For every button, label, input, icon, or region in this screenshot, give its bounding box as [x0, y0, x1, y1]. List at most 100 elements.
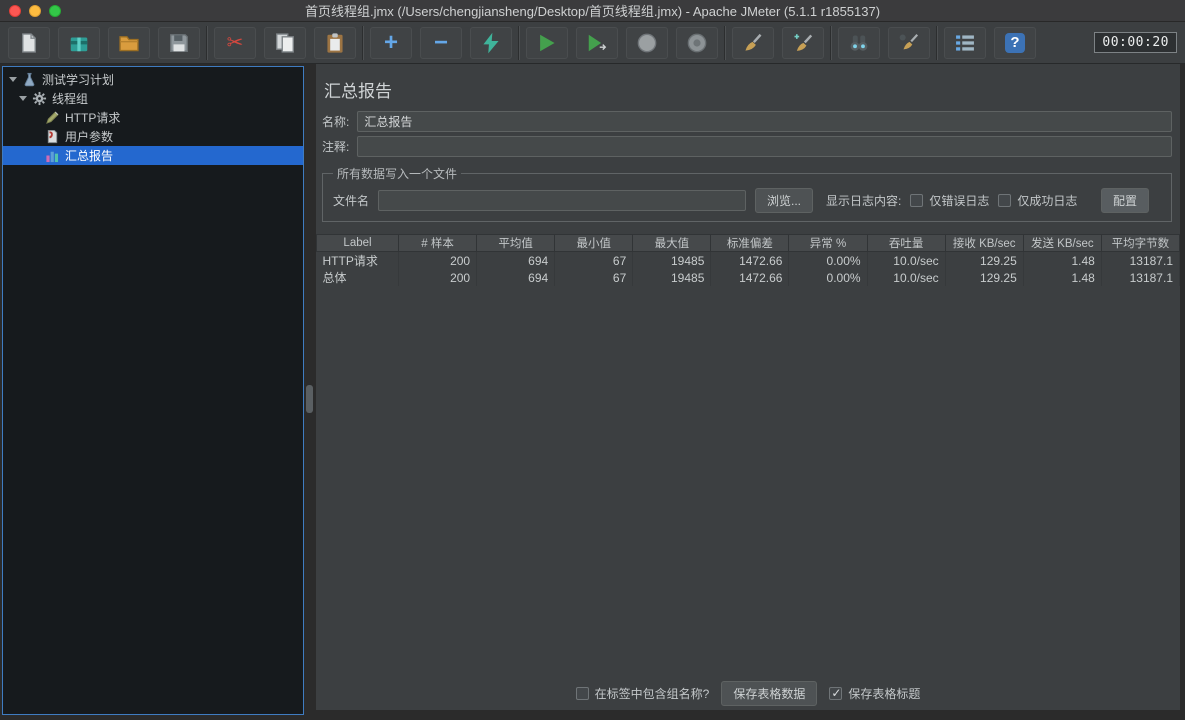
toolbar-separator — [936, 25, 938, 60]
copy-icon — [274, 32, 296, 54]
tree-item-thread-group[interactable]: 线程组 — [3, 89, 303, 108]
log-display-label: 显示日志内容: — [826, 194, 902, 208]
table-cell: 13187.1 — [1101, 251, 1181, 269]
function-helper-icon — [954, 32, 976, 54]
summary-report-panel: 汇总报告 名称: 注释: 所有数据写入一个文件 文件名 浏览... 显示日志内容… — [316, 64, 1181, 710]
table-cell: 67 — [554, 251, 634, 269]
clear-all-button[interactable] — [782, 26, 824, 59]
header-average[interactable]: 平均值 — [476, 234, 556, 252]
open-button[interactable] — [108, 26, 150, 59]
header-min[interactable]: 最小值 — [554, 234, 634, 252]
header-received-kb[interactable]: 接收 KB/sec — [944, 234, 1024, 252]
comment-input[interactable] — [357, 136, 1172, 157]
titlebar: 首页线程组.jmx (/Users/chengjiansheng/Desktop… — [0, 0, 1185, 22]
save-table-header-checkbox[interactable]: 保存表格标题 — [829, 685, 920, 702]
shutdown-button[interactable] — [676, 26, 718, 59]
close-window-button[interactable] — [9, 5, 21, 17]
table-cell: 129.25 — [945, 251, 1024, 269]
header-error-pct[interactable]: 异常 % — [788, 234, 868, 252]
table-cell: 1.48 — [1023, 269, 1102, 286]
remove-icon: − — [433, 28, 448, 56]
browse-button[interactable]: 浏览... — [755, 188, 814, 213]
cut-button[interactable]: ✂ — [214, 26, 256, 59]
chevron-down-icon[interactable] — [9, 77, 17, 82]
clear-search-button[interactable] — [888, 26, 930, 59]
table-row[interactable]: HTTP请求 200 694 67 19485 1472.66 0.00% 10… — [316, 251, 1181, 269]
table-cell: 总体 — [316, 269, 399, 286]
zoom-window-button[interactable] — [49, 5, 61, 17]
header-label[interactable]: Label — [316, 234, 399, 252]
broom-all-icon — [792, 32, 814, 54]
summary-report-chart-icon — [45, 148, 60, 163]
minimize-window-button[interactable] — [29, 5, 41, 17]
table-header-row: Label # 样本 平均值 最小值 最大值 标准偏差 异常 % 吞吐量 接收 … — [316, 234, 1181, 252]
tree-item-label: 汇总报告 — [65, 149, 114, 163]
search-button[interactable] — [838, 26, 880, 59]
header-sent-kb[interactable]: 发送 KB/sec — [1022, 234, 1102, 252]
table-row[interactable]: 总体 200 694 67 19485 1472.66 0.00% 10.0/s… — [316, 269, 1181, 286]
include-group-name-checkbox[interactable]: 在标签中包含组名称? — [575, 685, 709, 702]
table-cell: 1472.66 — [710, 251, 790, 269]
name-label: 名称: — [322, 115, 350, 129]
new-testplan-button[interactable] — [8, 26, 50, 59]
copy-button[interactable] — [264, 26, 306, 59]
paste-button[interactable] — [314, 26, 356, 59]
save-button[interactable] — [158, 26, 200, 59]
header-stddev[interactable]: 标准偏差 — [710, 234, 790, 252]
table-cell: 0.00% — [788, 251, 868, 269]
header-max[interactable]: 最大值 — [632, 234, 712, 252]
table-cell: 10.0/sec — [867, 251, 946, 269]
play-no-pauses-icon — [586, 32, 608, 54]
split-divider-handle[interactable] — [306, 385, 313, 413]
filename-input[interactable] — [378, 190, 747, 211]
thread-group-gear-icon — [32, 91, 47, 106]
function-helper-button[interactable] — [944, 26, 986, 59]
stop-button[interactable] — [626, 26, 668, 59]
save-table-data-button[interactable]: 保存表格数据 — [721, 680, 818, 706]
table-cell: 200 — [398, 269, 478, 286]
start-no-pauses-button[interactable] — [576, 26, 618, 59]
help-button[interactable]: ? — [994, 26, 1036, 59]
table-cell: 67 — [554, 269, 634, 286]
clear-search-icon — [898, 32, 920, 54]
toggle-button[interactable] — [470, 26, 512, 59]
checkbox-label: 仅成功日志 — [1017, 194, 1078, 208]
comment-row: 注释: — [322, 136, 1172, 157]
http-request-icon — [45, 110, 60, 125]
checkbox-label: 保存表格标题 — [848, 686, 921, 701]
header-samples[interactable]: # 样本 — [397, 234, 478, 252]
configure-button[interactable]: 配置 — [1100, 188, 1149, 213]
table-cell: 13187.1 — [1101, 269, 1181, 286]
tree-item-label: 用户参数 — [65, 130, 114, 144]
tree-item-test-plan[interactable]: 测试学习计划 — [3, 70, 303, 89]
header-throughput[interactable]: 吞吐量 — [866, 234, 946, 252]
toolbar-separator — [362, 25, 364, 60]
tree-item-summary-report[interactable]: 汇总报告 — [3, 146, 303, 165]
tree-item-http-request[interactable]: HTTP请求 — [3, 108, 303, 127]
toolbar-separator — [206, 25, 208, 60]
comment-label: 注释: — [322, 140, 350, 154]
table-footer: 在标签中包含组名称? 保存表格数据 保存表格标题 — [316, 679, 1180, 707]
success-only-checkbox[interactable]: 仅成功日志 — [998, 192, 1077, 209]
name-input[interactable] — [357, 111, 1172, 132]
templates-icon — [68, 32, 90, 54]
add-button[interactable]: + — [370, 26, 412, 59]
table-cell: 19485 — [632, 251, 712, 269]
errors-only-checkbox[interactable]: 仅错误日志 — [910, 192, 989, 209]
window-title: 首页线程组.jmx (/Users/chengjiansheng/Desktop… — [304, 4, 881, 19]
header-avg-bytes[interactable]: 平均字节数 — [1100, 234, 1181, 252]
paste-icon — [324, 32, 346, 54]
templates-button[interactable] — [58, 26, 100, 59]
table-cell: 1472.66 — [710, 269, 790, 286]
add-icon: + — [383, 28, 398, 56]
tree-item-user-params[interactable]: 用户参数 — [3, 127, 303, 146]
tree-item-label: HTTP请求 — [65, 111, 121, 125]
summary-table: Label # 样本 平均值 最小值 最大值 标准偏差 异常 % 吞吐量 接收 … — [316, 234, 1181, 286]
table-cell: 19485 — [632, 269, 712, 286]
remove-button[interactable]: − — [420, 26, 462, 59]
start-button[interactable] — [526, 26, 568, 59]
chevron-down-icon[interactable] — [19, 96, 27, 101]
save-icon — [168, 32, 190, 54]
new-file-icon — [18, 32, 40, 54]
clear-button[interactable] — [732, 26, 774, 59]
